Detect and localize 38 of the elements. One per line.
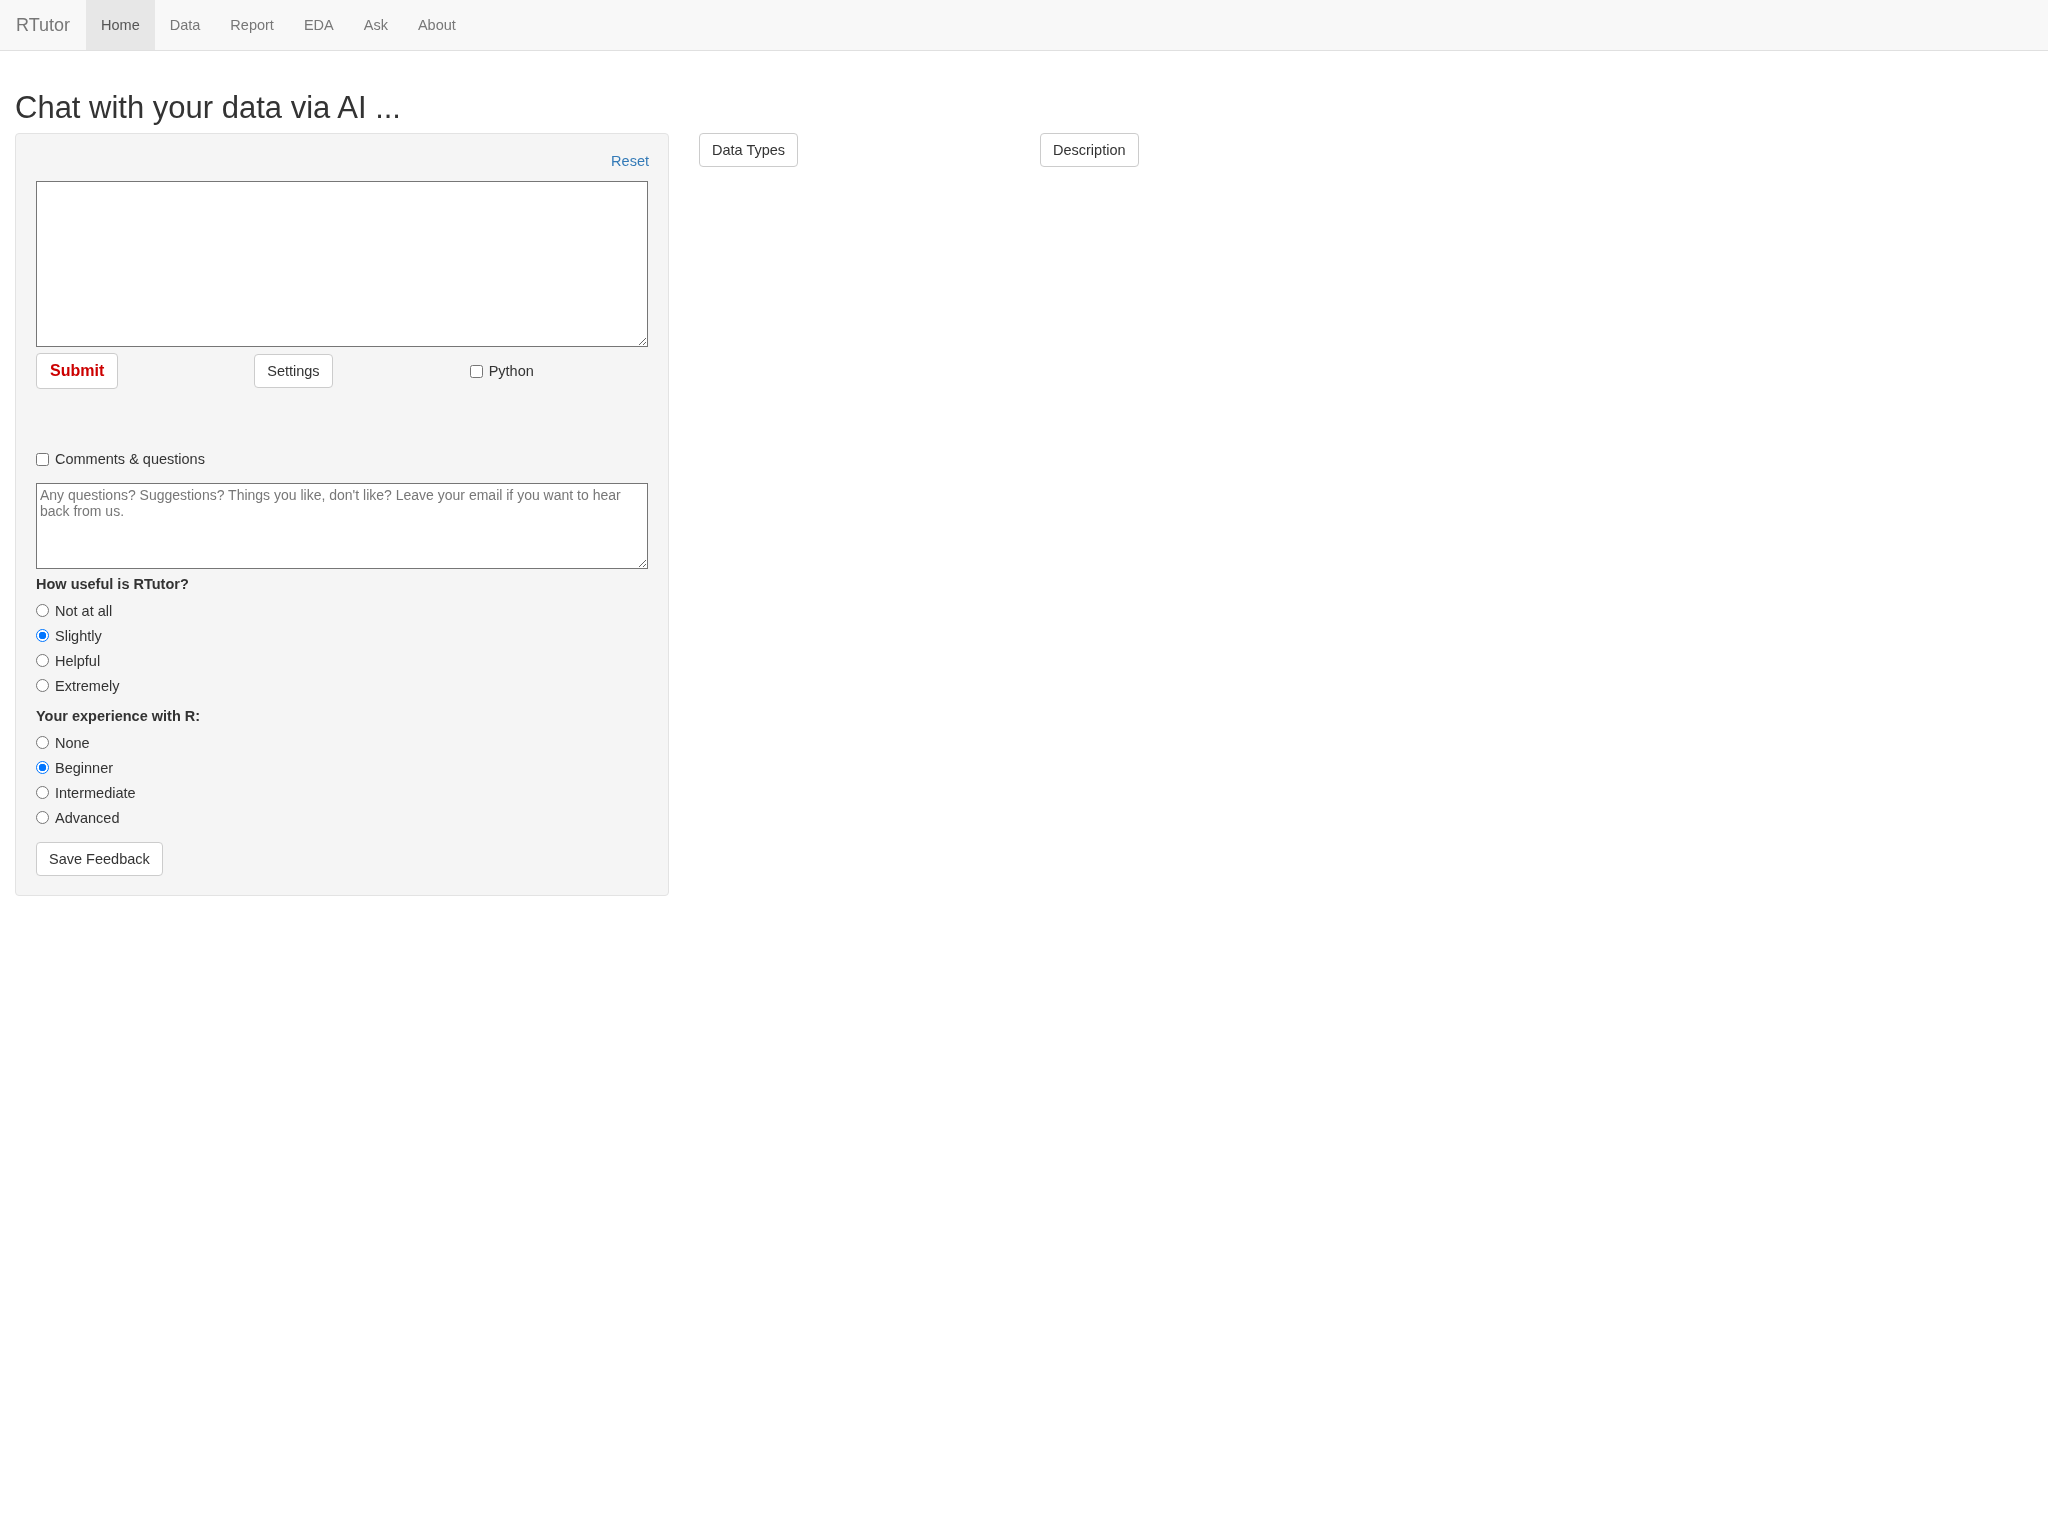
- radio-button[interactable]: [36, 679, 49, 693]
- brand-name[interactable]: RTutor: [0, 0, 87, 50]
- question-label: How useful is RTutor?: [36, 576, 190, 593]
- radio-button[interactable]: [36, 604, 49, 618]
- prompt-field[interactable]: [36, 181, 648, 348]
- nav-tab[interactable]: EDA: [288, 0, 349, 50]
- option-label: Not at all: [55, 602, 113, 619]
- radio-button[interactable]: [36, 654, 49, 668]
- radio-button[interactable]: [36, 629, 49, 643]
- option-label: Beginner: [55, 759, 114, 776]
- radio-button[interactable]: [36, 736, 49, 750]
- radio-button[interactable]: [36, 761, 49, 775]
- option-label: Slightly: [55, 627, 102, 644]
- radio-button[interactable]: [36, 786, 49, 800]
- nav-tab[interactable]: About: [402, 0, 471, 50]
- submit-button[interactable]: Submit: [36, 353, 119, 390]
- option-label: Intermediate: [55, 784, 136, 801]
- nav-tab[interactable]: Data: [154, 0, 216, 50]
- save-feedback-button[interactable]: Save Feedback: [36, 842, 163, 877]
- reset-link[interactable]: Reset: [611, 153, 649, 170]
- page-title: Chat with your data via AI ...: [15, 91, 402, 126]
- python-label: Python: [488, 363, 534, 380]
- comments-checkbox[interactable]: [36, 452, 49, 466]
- comments-label: Comments & questions: [55, 451, 205, 468]
- nav-tab[interactable]: Report: [215, 0, 289, 50]
- comments-field[interactable]: Any questions? Suggestions? Things you like, don't like? Leave your email if you want to hear back from us.: [36, 483, 648, 570]
- radio-button[interactable]: [36, 811, 49, 825]
- python-checkbox[interactable]: [469, 364, 483, 378]
- side-button[interactable]: Data Types: [699, 133, 799, 168]
- option-label: Helpful: [55, 652, 101, 669]
- option-label: None: [55, 734, 90, 751]
- nav-tab[interactable]: Ask: [348, 0, 403, 50]
- settings-button[interactable]: Settings: [254, 354, 333, 389]
- nav-tab[interactable]: Home: [86, 0, 155, 50]
- question-label: Your experience with R:: [36, 708, 202, 725]
- side-button[interactable]: Description: [1040, 133, 1139, 168]
- option-label: Extremely: [55, 677, 120, 694]
- option-label: Advanced: [55, 809, 120, 826]
